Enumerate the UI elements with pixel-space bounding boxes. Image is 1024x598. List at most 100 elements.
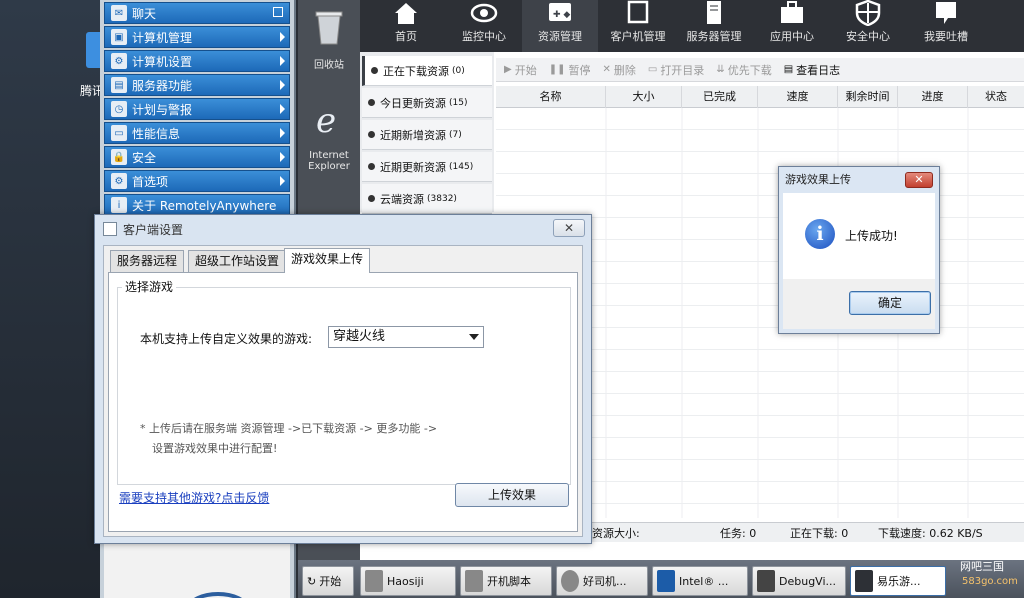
submenu-arrow-icon xyxy=(280,32,285,42)
button-label: 优先下载 xyxy=(727,63,772,77)
nav-security-center[interactable]: 安全中心 xyxy=(830,0,906,52)
folder-icon: ▭ xyxy=(647,64,658,75)
popout-icon[interactable] xyxy=(273,7,283,17)
column-header-status[interactable]: 状态 xyxy=(968,86,1024,108)
submenu-arrow-icon xyxy=(280,104,285,114)
category-today-updated[interactable]: 今日更新资源 (15) xyxy=(362,88,492,118)
open-folder-button[interactable]: ▭ 打开目录 xyxy=(648,62,704,78)
message-text: 上传成功! xyxy=(845,229,898,243)
taskbar-label: DebugVi... xyxy=(779,574,837,588)
nav-app-center[interactable]: 应用中心 xyxy=(754,0,830,52)
menu-item-chat[interactable]: ✉ 聊天 xyxy=(104,2,290,24)
game-select-dropdown[interactable]: 穿越火线 xyxy=(328,326,484,348)
bullet-icon xyxy=(371,67,378,74)
column-header-progress[interactable]: 进度 xyxy=(898,86,968,108)
column-header-completed[interactable]: 已完成 xyxy=(682,86,758,108)
nav-label: 监控中心 xyxy=(462,30,506,43)
taskbar-label: 开始 xyxy=(319,575,342,588)
menu-item-label: 关于 RemotelyAnywhere xyxy=(132,198,277,213)
menu-item-schedule-alerts[interactable]: ◷ 计划与警报 xyxy=(104,98,290,120)
nav-label: 客户机管理 xyxy=(610,30,666,43)
status-resource-size: 资源大小: xyxy=(592,526,640,540)
menu-item-label: 首选项 xyxy=(132,174,169,189)
pause-button[interactable]: ❚❚ 暂停 xyxy=(549,62,591,78)
tab-server-remote[interactable]: 服务器远程 xyxy=(110,250,185,272)
start-button[interactable]: ▶ 开始 xyxy=(504,62,537,78)
taskbar-item-startup-script[interactable]: 开机脚本 xyxy=(460,566,552,596)
ok-button[interactable]: 确定 xyxy=(849,291,931,315)
view-log-button[interactable]: ▤ 查看日志 xyxy=(784,62,840,78)
svg-text:✚ ◆: ✚ ◆ xyxy=(553,10,570,20)
category-cloud[interactable]: 云端资源 (3832) xyxy=(362,184,492,214)
menu-item-preferences[interactable]: ⚙ 首选项 xyxy=(104,170,290,192)
menu-item-label: 计算机设置 xyxy=(132,54,193,69)
menu-item-about[interactable]: i 关于 RemotelyAnywhere xyxy=(104,194,290,216)
tab-game-effect-upload[interactable]: 游戏效果上传 xyxy=(284,248,371,273)
server-icon xyxy=(707,1,721,24)
group-title: 选择游戏 xyxy=(122,278,177,295)
recycle-bin-label: 回收站 xyxy=(314,60,344,71)
resource-category-list: 正在下载资源 (0) 今日更新资源 (15) 近期新增资源 (7) 近期更新资源… xyxy=(360,52,494,214)
submenu-arrow-icon xyxy=(280,176,285,186)
folder-icon xyxy=(465,570,483,592)
dialog-titlebar[interactable]: 客户端设置 ✕ xyxy=(95,215,591,243)
bullet-icon xyxy=(368,163,375,170)
submenu-arrow-icon xyxy=(280,128,285,138)
taskbar-start-button[interactable]: ↻ 开始 xyxy=(302,566,354,596)
nav-label: 我要吐槽 xyxy=(924,30,968,43)
nav-feedback[interactable]: 我要吐槽 xyxy=(908,0,984,52)
category-count: (145) xyxy=(449,161,474,172)
settings-icon: ⚙ xyxy=(111,53,127,69)
ie-icon[interactable]: e xyxy=(312,100,346,138)
category-recent-added[interactable]: 近期新增资源 (7) xyxy=(362,120,492,150)
column-header-remaining-time[interactable]: 剩余时间 xyxy=(838,86,898,108)
column-header-speed[interactable]: 速度 xyxy=(758,86,838,108)
nav-monitor-center[interactable]: 监控中心 xyxy=(446,0,522,52)
upload-note-line2: 设置游戏效果中进行配置! xyxy=(152,442,278,455)
recycle-bin-icon[interactable] xyxy=(312,8,346,46)
nav-server-management[interactable]: 服务器管理 xyxy=(676,0,752,52)
taskbar: ↻ 开始 Haosiji 开机脚本 好司机... Intel® ... Debu… xyxy=(298,560,1024,598)
dialog-close-button[interactable]: ✕ xyxy=(553,219,585,237)
column-header-size[interactable]: 大小 xyxy=(606,86,682,108)
nav-client-management[interactable]: 客户机管理 xyxy=(600,0,676,52)
menu-item-computer-management[interactable]: ▣ 计算机管理 xyxy=(104,26,290,48)
button-label: 删除 xyxy=(613,63,636,77)
nav-label: 服务器管理 xyxy=(686,30,742,43)
category-recent-updated[interactable]: 近期更新资源 (145) xyxy=(362,152,492,182)
delete-button[interactable]: ✕ 删除 xyxy=(602,62,635,78)
feedback-link[interactable]: 需要支持其他游戏?点击反馈 xyxy=(119,489,269,506)
taskbar-item-intel[interactable]: Intel® ... xyxy=(652,566,748,596)
menu-item-server-functions[interactable]: ▤ 服务器功能 xyxy=(104,74,290,96)
taskbar-item-debugview[interactable]: DebugVi... xyxy=(752,566,846,596)
nav-label: 安全中心 xyxy=(846,30,890,43)
category-count: (3832) xyxy=(427,193,457,204)
priority-download-button[interactable]: ⇊ 优先下载 xyxy=(716,62,771,78)
status-tasks: 任务: 0 xyxy=(720,526,757,540)
submenu-arrow-icon xyxy=(280,152,285,162)
category-label: 近期更新资源 xyxy=(380,160,446,174)
taskbar-item-haosiji-app[interactable]: 好司机... xyxy=(556,566,648,596)
taskbar-label: Haosiji xyxy=(387,574,424,588)
message-close-button[interactable]: ✕ xyxy=(905,172,933,188)
menu-item-security[interactable]: 🔒 安全 xyxy=(104,146,290,168)
bullet-icon xyxy=(368,195,375,202)
message-titlebar[interactable]: 游戏效果上传 ✕ xyxy=(779,167,939,193)
app-icon xyxy=(561,570,579,592)
play-icon: ▶ xyxy=(504,64,512,75)
intel-icon xyxy=(657,570,675,592)
chat-icon: ✉ xyxy=(111,5,127,21)
column-header-name[interactable]: 名称 xyxy=(496,86,606,108)
nav-resource-management[interactable]: ✚ ◆ 资源管理 xyxy=(522,0,598,52)
lock-icon: 🔒 xyxy=(111,149,127,165)
menu-item-computer-settings[interactable]: ⚙ 计算机设置 xyxy=(104,50,290,72)
priority-icon: ⇊ xyxy=(716,64,725,75)
taskbar-item-haosiji[interactable]: Haosiji xyxy=(360,566,456,596)
menu-item-performance-info[interactable]: ▭ 性能信息 xyxy=(104,122,290,144)
upload-effect-button[interactable]: 上传效果 xyxy=(455,483,569,507)
category-label: 今日更新资源 xyxy=(380,96,446,110)
submenu-arrow-icon xyxy=(280,56,285,66)
category-downloading[interactable]: 正在下载资源 (0) xyxy=(362,56,492,86)
tab-super-workstation[interactable]: 超级工作站设置 xyxy=(188,250,287,272)
nav-home[interactable]: 首页 xyxy=(368,0,444,52)
